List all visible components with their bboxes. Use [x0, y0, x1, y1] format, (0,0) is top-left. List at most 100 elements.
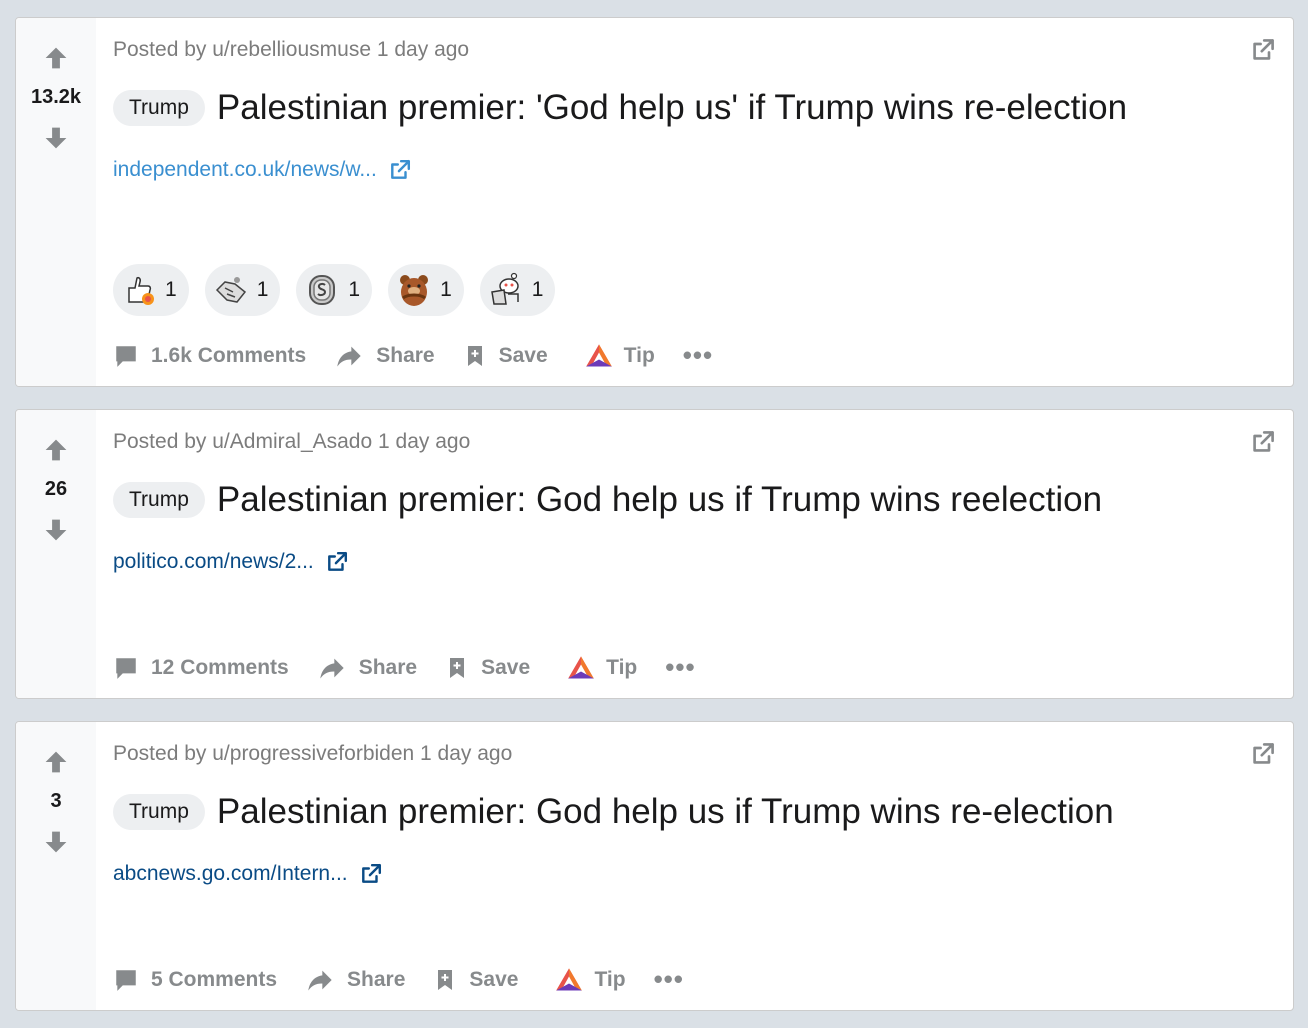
author-link[interactable]: u/rebelliousmuse [212, 38, 371, 61]
more-options-icon[interactable]: ••• [665, 652, 695, 683]
author-link[interactable]: u/progressiveforbiden [212, 742, 414, 765]
post-feed: 13.2k Posted by u/rebelliousmuse 1 day a… [0, 0, 1308, 1028]
snoo-laptop-icon [486, 270, 526, 310]
more-options-icon[interactable]: ••• [683, 340, 713, 371]
post-title[interactable]: Palestinian premier: God help us if Trum… [217, 792, 1114, 832]
flair-badge[interactable]: Trump [113, 794, 205, 830]
posted-by-label: Posted by [113, 742, 207, 765]
posted-by-label: Posted by [113, 430, 207, 453]
save-label: Save [481, 655, 531, 679]
save-icon [433, 965, 457, 995]
post-time: 1 day ago [376, 38, 470, 61]
post-meta: Posted by u/Admiral_Asado 1 day ago [113, 430, 470, 454]
tip-icon [584, 342, 614, 370]
comments-button[interactable]: 12 Comments [113, 655, 289, 681]
award-count: 1 [256, 278, 269, 301]
tip-button[interactable]: Tip [584, 342, 655, 370]
save-button[interactable]: Save [433, 965, 518, 995]
external-link-icon[interactable] [1251, 38, 1275, 62]
upvote-icon[interactable] [42, 748, 70, 776]
tip-label: Tip [606, 655, 638, 679]
award-count: 1 [531, 278, 544, 301]
flair-badge[interactable]: Trump [113, 482, 205, 518]
external-link-icon[interactable] [389, 159, 411, 181]
vote-column: 13.2k [16, 18, 96, 386]
post-link[interactable]: abcnews.go.com/Intern... [113, 862, 348, 886]
silver-coin-icon [302, 270, 342, 310]
tip-label: Tip [623, 343, 655, 367]
tip-button[interactable]: Tip [554, 966, 626, 994]
external-link-icon[interactable] [1251, 742, 1275, 766]
author-link[interactable]: u/Admiral_Asado [212, 430, 372, 453]
vote-column: 26 [16, 410, 96, 698]
tip-label: Tip [594, 967, 626, 991]
share-label: Share [376, 343, 435, 367]
post-time: 1 day ago [378, 430, 471, 453]
upvote-icon[interactable] [42, 436, 70, 464]
score: 13.2k [30, 86, 82, 108]
comment-icon [113, 967, 139, 993]
post-meta: Posted by u/progressiveforbiden 1 day ag… [113, 742, 512, 766]
tip-icon [566, 654, 596, 682]
post-card[interactable]: 13.2k Posted by u/rebelliousmuse 1 day a… [15, 17, 1294, 387]
save-label: Save [498, 343, 548, 367]
comments-label: 1.6k Comments [151, 343, 307, 367]
share-button[interactable]: Share [305, 966, 405, 994]
tip-button[interactable]: Tip [566, 654, 637, 682]
share-button[interactable]: Share [334, 342, 435, 370]
score: 26 [44, 478, 68, 500]
comments-label: 12 Comments [151, 655, 289, 679]
post-link[interactable]: independent.co.uk/news/w... [113, 158, 377, 182]
save-icon [445, 653, 469, 683]
downvote-icon[interactable] [42, 124, 70, 152]
comments-label: 5 Comments [151, 967, 278, 991]
external-link-icon[interactable] [326, 551, 348, 573]
score: 3 [50, 790, 62, 812]
external-link-icon[interactable] [360, 863, 382, 885]
save-icon [463, 341, 487, 371]
award-count: 1 [165, 278, 177, 301]
comment-icon [113, 343, 139, 369]
share-label: Share [358, 655, 418, 679]
share-button[interactable]: Share [317, 654, 417, 682]
share-icon [317, 654, 347, 682]
award-count: 1 [348, 278, 361, 301]
award-bear[interactable]: 1 [388, 264, 464, 316]
post-link[interactable]: politico.com/news/2... [113, 550, 314, 574]
posted-by-label: Posted by [113, 38, 207, 61]
post-time: 1 day ago [420, 742, 513, 765]
more-options-icon[interactable]: ••• [654, 964, 684, 995]
post-actions: 5 Comments Share Save Tip ••• [113, 964, 684, 995]
share-label: Share [347, 967, 406, 991]
post-meta: Posted by u/rebelliousmuse 1 day ago [113, 38, 469, 62]
comments-button[interactable]: 1.6k Comments [113, 343, 306, 369]
comment-icon [113, 655, 139, 681]
handshake-icon [211, 270, 251, 310]
thumbs-up-rocket-icon [119, 270, 159, 310]
tip-icon [554, 966, 584, 994]
save-button[interactable]: Save [463, 341, 548, 371]
post-actions: 12 Comments Share Save Tip ••• [113, 652, 696, 683]
downvote-icon[interactable] [42, 828, 70, 856]
upvote-icon[interactable] [42, 44, 70, 72]
downvote-icon[interactable] [42, 516, 70, 544]
award-silver[interactable]: 1 [296, 264, 373, 316]
award-snoo[interactable]: 1 [479, 264, 556, 316]
post-title[interactable]: Palestinian premier: God help us if Trum… [217, 480, 1102, 520]
award-count: 1 [440, 278, 452, 301]
awards-row: 1 1 1 1 1 [113, 264, 571, 316]
post-card[interactable]: 26 Posted by u/Admiral_Asado 1 day ago T… [15, 409, 1294, 699]
award-handshake[interactable]: 1 [204, 264, 281, 316]
share-icon [334, 342, 364, 370]
save-label: Save [469, 967, 519, 991]
flair-badge[interactable]: Trump [113, 90, 205, 126]
post-actions: 1.6k Comments Share Save Tip ••• [113, 340, 713, 371]
post-card[interactable]: 3 Posted by u/progressiveforbiden 1 day … [15, 721, 1294, 1011]
bear-hug-icon [394, 270, 434, 310]
post-title[interactable]: Palestinian premier: 'God help us' if Tr… [217, 88, 1127, 128]
comments-button[interactable]: 5 Comments [113, 967, 277, 993]
share-icon [305, 966, 335, 994]
save-button[interactable]: Save [445, 653, 530, 683]
award-thumbs-up[interactable]: 1 [113, 264, 189, 316]
external-link-icon[interactable] [1251, 430, 1275, 454]
